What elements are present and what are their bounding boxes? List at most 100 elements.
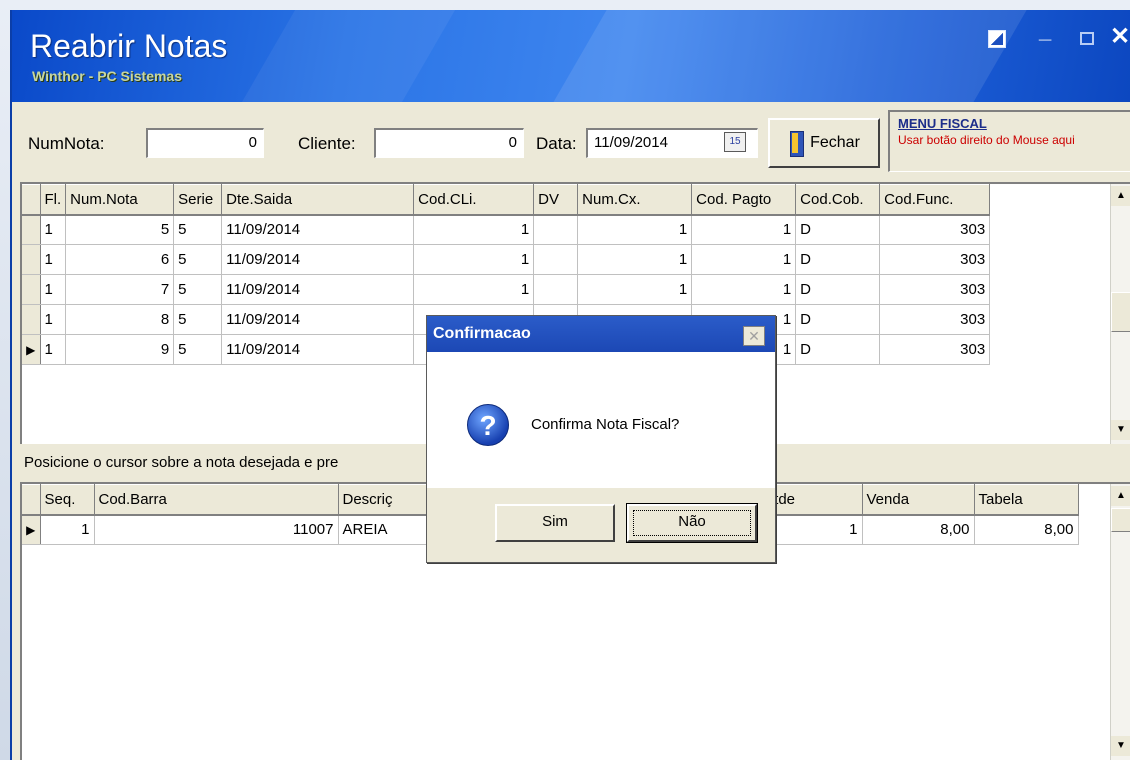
table-cell[interactable]: 5: [173, 274, 223, 305]
column-header[interactable]: Dte.Saida: [221, 184, 415, 216]
table-cell[interactable]: 11007: [94, 514, 339, 545]
table-cell[interactable]: 7: [65, 274, 175, 305]
scroll-up-icon[interactable]: ▲: [1111, 486, 1130, 506]
sim-button[interactable]: Sim: [495, 504, 615, 542]
table-cell[interactable]: 1: [40, 304, 67, 335]
column-header[interactable]: Cod.Func.: [879, 184, 991, 216]
nao-button[interactable]: Não: [626, 503, 758, 543]
table-cell[interactable]: 303: [879, 214, 991, 245]
table-cell[interactable]: 1: [577, 244, 693, 275]
scroll-down-icon[interactable]: ▼: [1111, 736, 1130, 756]
column-header[interactable]: Cod. Pagto: [691, 184, 797, 216]
column-header[interactable]: Cod.Barra: [94, 484, 339, 516]
hint-text: Posicione o cursor sobre a nota desejada…: [24, 454, 339, 471]
table-cell[interactable]: 5: [173, 334, 223, 365]
table-cell[interactable]: 1: [413, 274, 535, 305]
scroll-thumb[interactable]: [1111, 292, 1130, 332]
row-indicator: [22, 244, 41, 275]
table-cell[interactable]: 1: [413, 244, 535, 275]
table-cell[interactable]: D: [795, 274, 881, 305]
table-cell[interactable]: 11/09/2014: [221, 334, 415, 365]
table-cell[interactable]: 1: [40, 274, 67, 305]
table-cell[interactable]: D: [795, 244, 881, 275]
table-cell[interactable]: [533, 244, 579, 275]
column-header[interactable]: Tabela: [974, 484, 1079, 516]
table-cell[interactable]: 5: [173, 244, 223, 275]
table-cell[interactable]: 1: [40, 334, 67, 365]
table-cell[interactable]: 11/09/2014: [221, 274, 415, 305]
column-header[interactable]: Serie: [173, 184, 223, 216]
fechar-button[interactable]: Fechar: [768, 118, 880, 168]
cliente-input[interactable]: 0: [374, 128, 524, 158]
table-cell[interactable]: 11/09/2014: [221, 304, 415, 335]
table-cell[interactable]: 5: [173, 304, 223, 335]
table-cell[interactable]: D: [795, 334, 881, 365]
column-header[interactable]: Num.Nota: [65, 184, 175, 216]
table-cell[interactable]: 1: [40, 514, 95, 545]
scroll-thumb[interactable]: [1111, 508, 1130, 532]
table-cell[interactable]: 1: [413, 214, 535, 245]
dialog-title-bar[interactable]: Confirmacao: [427, 316, 775, 352]
table-cell[interactable]: 1: [40, 244, 67, 275]
table-cell[interactable]: 1: [577, 274, 693, 305]
table-row[interactable]: 1 5 5 11/09/2014 1 1 1 D 303: [22, 214, 991, 245]
numnota-label: NumNota:: [28, 134, 105, 153]
minimize-button[interactable]: _: [1039, 20, 1051, 42]
table-cell[interactable]: 5: [173, 214, 223, 245]
table-cell[interactable]: 303: [879, 334, 991, 365]
scroll-up-icon[interactable]: ▲: [1111, 186, 1130, 206]
dialog-close-icon[interactable]: ✕: [743, 326, 765, 346]
table-row[interactable]: 1 6 5 11/09/2014 1 1 1 D 303: [22, 244, 991, 275]
table-cell[interactable]: 303: [879, 274, 991, 305]
table-cell[interactable]: 5: [65, 214, 175, 245]
title-bar[interactable]: Reabrir Notas Winthor - PC Sistemas _ ✕: [12, 10, 1130, 102]
confirm-dialog: Confirmacao ✕ ? Confirma Nota Fiscal? Si…: [426, 315, 776, 563]
table-cell[interactable]: 303: [879, 304, 991, 335]
menu-fiscal-panel[interactable]: MENU FISCAL Usar botão direito do Mouse …: [888, 110, 1130, 172]
exit-door-icon: [788, 129, 805, 157]
table-cell[interactable]: 1: [691, 244, 797, 275]
maximize-button[interactable]: [1080, 32, 1094, 45]
table-cell[interactable]: [533, 214, 579, 245]
table-cell[interactable]: 1: [691, 214, 797, 245]
table-cell[interactable]: 1: [40, 214, 67, 245]
itens-scrollbar[interactable]: ▲ ▼: [1110, 484, 1130, 760]
row-indicator: [22, 304, 41, 335]
table-row[interactable]: 1 7 5 11/09/2014 1 1 1 D 303: [22, 274, 991, 305]
dialog-message: Confirma Nota Fiscal?: [531, 416, 680, 433]
table-cell[interactable]: [533, 274, 579, 305]
calendar-icon[interactable]: 15: [724, 132, 746, 152]
dialog-title: Confirmacao: [433, 325, 531, 342]
notas-scrollbar[interactable]: ▲ ▼: [1110, 184, 1130, 444]
table-cell[interactable]: D: [795, 214, 881, 245]
column-header[interactable]: Seq.: [40, 484, 95, 516]
fechar-label: Fechar: [810, 134, 860, 151]
table-cell[interactable]: 9: [65, 334, 175, 365]
table-cell[interactable]: 8,00: [974, 514, 1079, 545]
table-cell[interactable]: 1: [691, 274, 797, 305]
scroll-down-icon[interactable]: ▼: [1111, 420, 1130, 440]
window-title: Reabrir Notas: [30, 28, 228, 64]
table-cell[interactable]: 8: [65, 304, 175, 335]
column-header[interactable]: Fl.: [40, 184, 67, 216]
data-label: Data:: [536, 134, 577, 153]
numnota-input[interactable]: 0: [146, 128, 264, 158]
column-header[interactable]: DV: [533, 184, 579, 216]
cliente-label: Cliente:: [298, 134, 356, 153]
restore-icon[interactable]: [988, 30, 1006, 48]
table-cell[interactable]: 8,00: [862, 514, 975, 545]
table-cell[interactable]: 6: [65, 244, 175, 275]
table-cell[interactable]: 11/09/2014: [221, 244, 415, 275]
column-header[interactable]: Cod.Cob.: [795, 184, 881, 216]
column-header[interactable]: Num.Cx.: [577, 184, 693, 216]
table-cell[interactable]: D: [795, 304, 881, 335]
close-button[interactable]: ✕: [1110, 25, 1130, 49]
menu-fiscal-title: MENU FISCAL: [898, 116, 987, 131]
column-header[interactable]: Cod.CLi.: [413, 184, 535, 216]
table-cell[interactable]: 11/09/2014: [221, 214, 415, 245]
menu-fiscal-hint: Usar botão direito do Mouse aqui: [898, 133, 1075, 147]
table-cell[interactable]: 1: [577, 214, 693, 245]
question-icon: ?: [467, 404, 509, 446]
table-cell[interactable]: 303: [879, 244, 991, 275]
column-header[interactable]: Venda: [862, 484, 975, 516]
